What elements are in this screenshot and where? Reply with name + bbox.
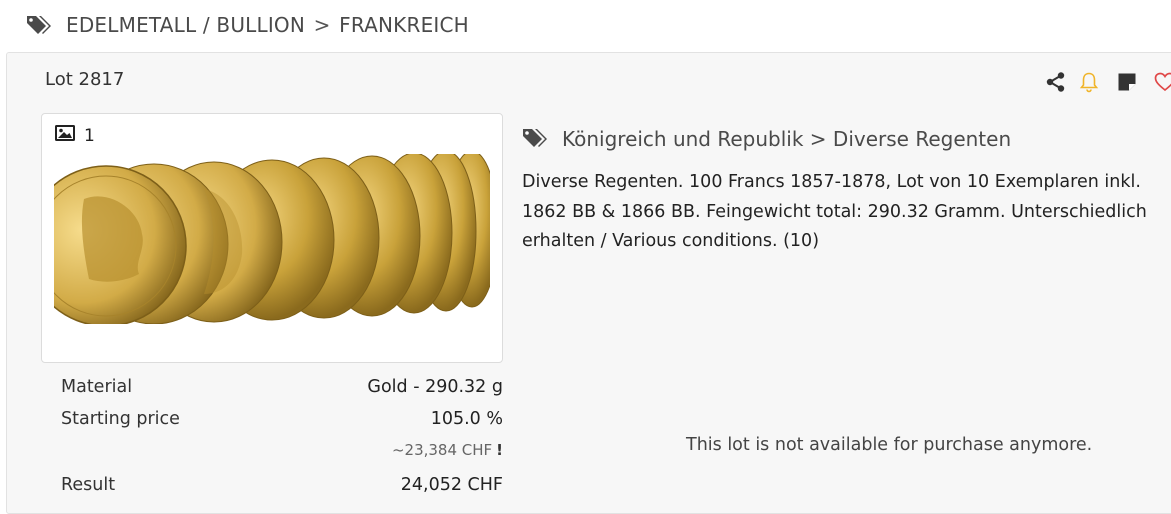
tags-icon — [522, 127, 548, 154]
starting-price-label: Starting price — [61, 409, 180, 429]
breadcrumb: EDELMETALL / BULLION > FRANKREICH — [66, 13, 469, 37]
lot-actions — [1045, 71, 1171, 95]
starting-price-value: 105.0 % — [430, 409, 503, 429]
category-child-link[interactable]: Diverse Regenten — [833, 127, 1011, 151]
description-line: Diverse Regenten. 100 Francs 1857-1878, … — [522, 172, 1141, 192]
lot-description: Diverse Regenten. 100 Francs 1857-1878, … — [522, 168, 1171, 257]
starting-price-approx: ~23,384 CHF! — [392, 441, 503, 459]
lot-image-gallery[interactable]: 1 — [25, 113, 503, 363]
image-icon — [54, 124, 76, 147]
material-label: Material — [61, 377, 133, 397]
starting-price-approx-row: ~23,384 CHF! — [61, 441, 503, 461]
bell-icon[interactable] — [1078, 71, 1100, 93]
tags-icon — [26, 14, 52, 40]
result-value: 24,052 CHF — [400, 475, 503, 495]
top-breadcrumb-bar: EDELMETALL / BULLION > FRANKREICH — [0, 0, 1171, 52]
category-separator: > — [809, 127, 827, 151]
share-icon[interactable] — [1045, 71, 1067, 93]
currency-warning-icon[interactable]: ! — [496, 441, 503, 459]
description-line: erhalten / Various conditions. (10) — [522, 231, 820, 251]
material-value: Gold - 290.32 g — [367, 377, 503, 397]
breadcrumb-subcategory-link[interactable]: FRANKREICH — [339, 13, 469, 37]
image-count: 1 — [84, 125, 95, 146]
result-label: Result — [61, 475, 116, 495]
category-parent-link[interactable]: Königreich und Republik — [562, 127, 803, 151]
lot-number: Lot 2817 — [45, 69, 125, 90]
approx-chf-value: ~23,384 CHF — [391, 441, 493, 459]
description-line: 1862 BB & 1866 BB. Feingewicht total: 29… — [522, 201, 1147, 222]
category-path-text: Königreich und Republik > Diverse Regent… — [562, 127, 1011, 151]
heart-icon[interactable] — [1154, 71, 1171, 93]
availability-status: This lot is not available for purchase a… — [686, 435, 1093, 455]
image-counter: 1 — [54, 124, 95, 147]
coins-photo[interactable] — [25, 150, 499, 327]
lot-panel: Lot 2817 1 Königreich und Republik > Div… — [6, 52, 1171, 514]
breadcrumb-category-link[interactable]: EDELMETALL / BULLION — [66, 13, 305, 37]
breadcrumb-separator: > — [313, 13, 331, 37]
note-icon[interactable] — [1116, 71, 1138, 93]
